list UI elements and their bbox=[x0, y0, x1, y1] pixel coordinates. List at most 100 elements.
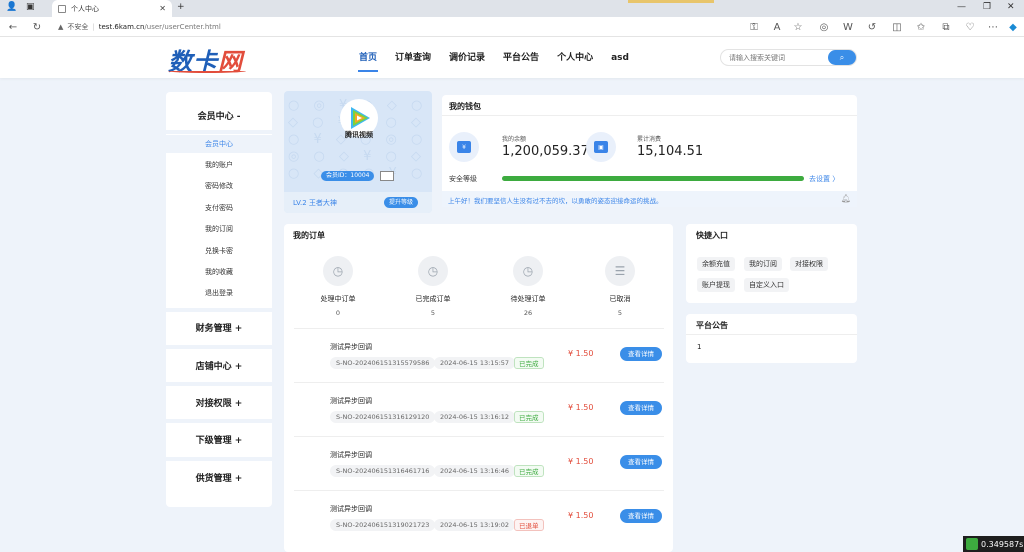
wallet-icon: ¥ bbox=[457, 141, 471, 153]
logo-swoosh bbox=[168, 69, 246, 73]
sidebar-item-member-center[interactable]: 会员中心 bbox=[166, 135, 272, 153]
collections-icon[interactable]: ⧉ bbox=[938, 19, 954, 35]
copilot-icon[interactable]: ◆ bbox=[1005, 19, 1021, 35]
new-tab-button[interactable]: + bbox=[177, 2, 185, 12]
sidebar-group-docking[interactable]: 对接权限 + bbox=[166, 396, 272, 409]
nav-asd[interactable]: asd bbox=[602, 37, 638, 78]
quick-withdraw[interactable]: 账户提现 bbox=[697, 278, 735, 292]
browser-tab-bar: 👤 ▣ 个人中心 ✕ + — ❐ ✕ bbox=[0, 0, 1024, 17]
nav-user-center[interactable]: 个人中心 bbox=[548, 37, 602, 78]
refresh-extension-icon[interactable]: ↺ bbox=[864, 19, 880, 35]
sidebar-item-pay-password[interactable]: 支付密码 bbox=[166, 199, 272, 217]
clock-wait-icon: ◷ bbox=[513, 256, 543, 286]
security-settings-link[interactable]: 去设置 〉 bbox=[809, 174, 839, 184]
sidebar-group-store[interactable]: 店铺中心 + bbox=[166, 359, 272, 372]
sidebar-divider bbox=[166, 419, 272, 423]
sidebar-item-redeem[interactable]: 兑换卡密 bbox=[166, 242, 272, 260]
sidebar-group-subordinates[interactable]: 下级管理 + bbox=[166, 433, 272, 446]
browser-toolbar: ← ↻ ▲ 不安全 | test.6kam.cn/user/userCenter… bbox=[0, 17, 1024, 37]
bell-icon[interactable]: 🔔︎ bbox=[841, 194, 851, 203]
sidebar-item-subscriptions[interactable]: 我的订阅 bbox=[166, 220, 272, 238]
browser-essentials-icon[interactable]: ♡ bbox=[962, 19, 978, 35]
wallet-title: 我的钱包 bbox=[449, 102, 481, 111]
favorites-icon[interactable]: ✩ bbox=[913, 19, 929, 35]
sidebar-member-center-title[interactable]: 会员中心 - bbox=[166, 109, 272, 122]
view-details-button[interactable]: 查看详情 bbox=[620, 401, 662, 415]
quick-recharge[interactable]: 余额充值 bbox=[697, 257, 735, 271]
sidebar-item-password[interactable]: 密码修改 bbox=[166, 177, 272, 195]
split-screen-icon[interactable]: ◫ bbox=[889, 19, 905, 35]
order-status-badge: 已完成 bbox=[514, 411, 544, 423]
nav-price-records[interactable]: 调价记录 bbox=[440, 37, 494, 78]
timer-icon bbox=[966, 538, 978, 550]
nav-order-query[interactable]: 订单查询 bbox=[386, 37, 440, 78]
upgrade-level-button[interactable]: 提升等级 bbox=[384, 197, 419, 208]
insecure-label: 不安全 bbox=[67, 23, 89, 31]
stat-pending[interactable]: ◷ 待处理订单 26 bbox=[488, 256, 568, 317]
order-time: 2024-06-15 13:15:57 bbox=[434, 357, 516, 369]
quick-subscriptions[interactable]: 我的订阅 bbox=[744, 257, 782, 271]
security-level-label: 安全等级 bbox=[449, 175, 477, 183]
search-icon: ⌕ bbox=[839, 52, 845, 62]
minimize-button[interactable]: — bbox=[957, 2, 966, 12]
order-row: 测试异步回调 S-NO-202406151319021723 2024-06-1… bbox=[294, 490, 664, 544]
workspaces-icon[interactable]: ▣ bbox=[26, 2, 35, 12]
order-number: S-NO-202406151316129120 bbox=[330, 411, 436, 423]
document-icon: ☰ bbox=[605, 256, 635, 286]
back-icon[interactable]: ← bbox=[5, 19, 21, 35]
stat-processing[interactable]: ◷ 处理中订单 0 bbox=[298, 256, 378, 317]
stat-label: 处理中订单 bbox=[320, 295, 356, 303]
order-number: S-NO-2024061513155795​86 bbox=[330, 357, 436, 369]
order-title: 测试异步回调 bbox=[330, 397, 372, 405]
read-aloud-icon[interactable]: A bbox=[769, 19, 785, 35]
favorite-star-icon[interactable]: ☆ bbox=[790, 19, 806, 35]
search-button[interactable]: ⌕ bbox=[828, 50, 856, 65]
order-price: ¥ 1.50 bbox=[568, 349, 594, 358]
spend-label: 累计消费 bbox=[637, 136, 662, 143]
balance-label: 我的余额 bbox=[502, 136, 527, 143]
warning-icon: ▲ bbox=[58, 23, 64, 31]
extension-icon[interactable]: ◎ bbox=[816, 19, 832, 35]
shopping-bag-icon: ▣ bbox=[594, 141, 608, 153]
spend-value: 15,104.51 bbox=[637, 144, 704, 159]
nav-announcements[interactable]: 平台公告 bbox=[494, 37, 548, 78]
refresh-icon[interactable]: ↻ bbox=[29, 19, 45, 35]
stat-cancelled[interactable]: ☰ 已取消 5 bbox=[580, 256, 660, 317]
search-box: ⌕ bbox=[720, 49, 857, 66]
order-status-badge: 已退单 bbox=[514, 519, 544, 531]
view-details-button[interactable]: 查看详情 bbox=[620, 455, 662, 469]
tab-close-icon[interactable]: ✕ bbox=[159, 4, 166, 13]
order-title: 测试异步回调 bbox=[330, 451, 372, 459]
sidebar-item-my-account[interactable]: 我的账户 bbox=[166, 156, 272, 174]
quick-custom[interactable]: 自定义入口 bbox=[744, 278, 789, 292]
maximize-button[interactable]: ❐ bbox=[983, 2, 991, 12]
member-id-badge: 会员ID：10004 bbox=[321, 171, 375, 181]
address-bar[interactable]: ▲ 不安全 | test.6kam.cn/user/userCenter.htm… bbox=[58, 20, 718, 34]
order-status-badge: 已完成 bbox=[514, 357, 544, 369]
stat-count: 5 bbox=[617, 309, 623, 317]
announcement-card: 平台公告 1 bbox=[686, 314, 857, 363]
announcement-text[interactable]: 1 bbox=[697, 343, 701, 351]
close-window-button[interactable]: ✕ bbox=[1007, 2, 1015, 12]
view-details-button[interactable]: 查看详情 bbox=[620, 509, 662, 523]
browser-tab-active[interactable]: 个人中心 ✕ bbox=[52, 0, 172, 17]
quick-docking[interactable]: 对接权限 bbox=[790, 257, 828, 271]
search-input[interactable] bbox=[729, 52, 819, 64]
sidebar-group-finance[interactable]: 财务管理 + bbox=[166, 321, 272, 334]
order-time: 2024-06-15 13:16:12 bbox=[434, 411, 516, 423]
order-time: 2024-06-15 13:19:02 bbox=[434, 519, 516, 531]
profile-icon[interactable]: 👤 bbox=[6, 2, 17, 12]
render-timer: 0.349587s bbox=[963, 536, 1024, 552]
stat-count: 0 bbox=[335, 309, 341, 317]
extension-w-icon[interactable]: W bbox=[840, 19, 856, 35]
sidebar-group-supply[interactable]: 供货管理 + bbox=[166, 471, 272, 484]
stat-completed[interactable]: ◷ 已完成订单 5 bbox=[393, 256, 473, 317]
nav-home[interactable]: 首页 bbox=[350, 37, 386, 78]
divider bbox=[686, 334, 857, 335]
sidebar-item-logout[interactable]: 退出登录 bbox=[166, 284, 272, 302]
key-icon[interactable]: ⚿ bbox=[746, 19, 762, 35]
view-details-button[interactable]: 查看详情 bbox=[620, 347, 662, 361]
stat-label: 已完成订单 bbox=[415, 295, 451, 303]
more-icon[interactable]: ⋯ bbox=[985, 19, 1001, 35]
sidebar-item-favorites[interactable]: 我的收藏 bbox=[166, 263, 272, 281]
